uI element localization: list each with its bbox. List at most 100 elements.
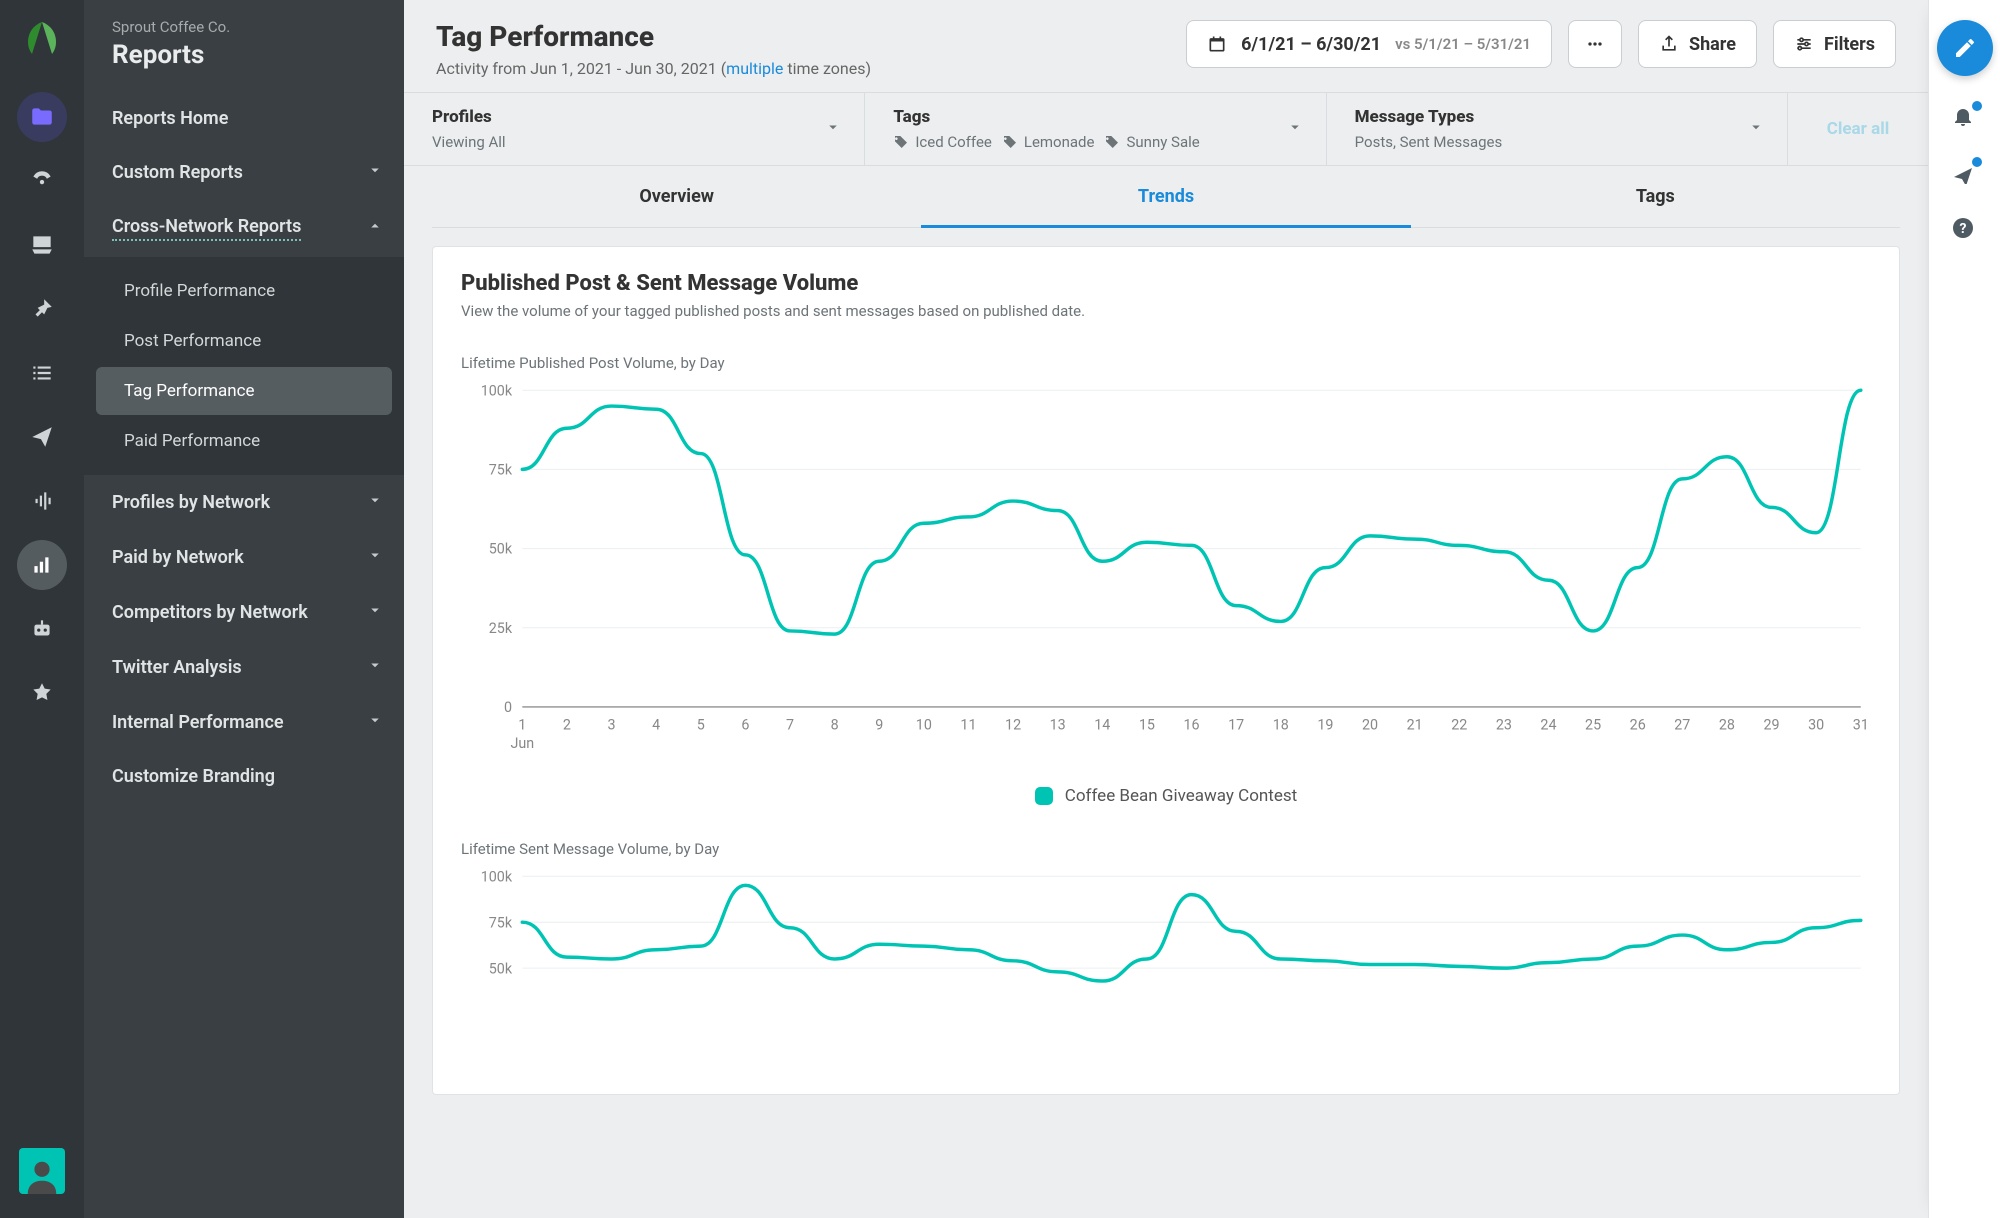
tag-icon [1104,134,1120,150]
svg-text:12: 12 [1005,717,1021,733]
sliders-icon [1794,34,1814,54]
sidebar-item-profile-performance[interactable]: Profile Performance [96,267,392,315]
company-name: Sprout Coffee Co. [84,18,404,36]
sidebar-cross-network[interactable]: Cross-Network Reports [84,200,404,257]
svg-text:29: 29 [1764,717,1780,733]
nav-audio-icon[interactable] [17,476,67,526]
svg-text:25: 25 [1585,717,1601,733]
svg-text:26: 26 [1630,717,1646,733]
svg-text:100k: 100k [481,869,513,885]
more-menu-button[interactable] [1568,20,1622,68]
nav-reports-icon[interactable] [17,540,67,590]
notifications-icon[interactable] [1951,104,1979,132]
chart1-title: Lifetime Published Post Volume, by Day [461,354,1871,372]
filters-button[interactable]: Filters [1773,20,1896,68]
svg-text:1: 1 [518,717,526,733]
app-logo[interactable] [18,16,66,64]
chevron-down-icon [366,601,384,624]
sidebar-profiles-by-network[interactable]: Profiles by Network [84,475,404,530]
nav-list-icon[interactable] [17,348,67,398]
page-title: Tag Performance [436,20,871,53]
clear-all-button[interactable]: Clear all [1788,93,1928,165]
chevron-down-icon [366,161,384,184]
svg-text:3: 3 [608,717,616,733]
compose-button[interactable] [1937,20,1993,76]
svg-text:0: 0 [504,700,512,716]
svg-text:5: 5 [697,717,705,733]
svg-text:75k: 75k [489,463,513,479]
svg-text:24: 24 [1540,717,1556,733]
svg-text:20: 20 [1362,717,1378,733]
chevron-down-icon [366,656,384,679]
svg-text:30: 30 [1808,717,1824,733]
help-icon[interactable]: ? [1951,216,1979,244]
chevron-down-icon [366,546,384,569]
chevron-up-icon [366,217,384,240]
nav-send-icon[interactable] [17,412,67,462]
sidebar-item-paid-performance[interactable]: Paid Performance [96,417,392,465]
svg-text:17: 17 [1228,717,1244,733]
notification-dot [1972,157,1982,167]
chevron-down-icon [824,118,842,140]
svg-text:8: 8 [831,717,839,733]
legend-swatch [1035,787,1053,805]
calendar-icon [1207,34,1227,54]
chart1: 025k50k75k100k12345678910111213141516171… [461,380,1871,758]
filter-profiles[interactable]: Profiles Viewing All [404,93,865,165]
sidebar-twitter-analysis[interactable]: Twitter Analysis [84,640,404,695]
share-icon [1659,34,1679,54]
svg-text:25k: 25k [489,621,513,637]
volume-card: Published Post & Sent Message Volume Vie… [432,246,1900,1095]
svg-text:9: 9 [875,717,883,733]
svg-text:16: 16 [1184,717,1200,733]
nav-folder-icon[interactable] [17,92,67,142]
tag-icon [893,134,909,150]
svg-text:100k: 100k [481,383,513,399]
sidebar-item-post-performance[interactable]: Post Performance [96,317,392,365]
sidebar-paid-by-network[interactable]: Paid by Network [84,530,404,585]
sidebar-internal-performance[interactable]: Internal Performance [84,695,404,750]
tab-trends[interactable]: Trends [921,166,1410,228]
section-title: Reports [84,36,404,92]
svg-text:22: 22 [1451,717,1467,733]
svg-text:6: 6 [741,717,749,733]
svg-text:15: 15 [1139,717,1155,733]
sidebar-customize-branding[interactable]: Customize Branding [84,750,404,803]
chevron-down-icon [1747,118,1765,140]
svg-text:10: 10 [916,717,932,733]
chart2-title: Lifetime Sent Message Volume, by Day [461,840,1871,858]
sidebar-competitors-by-network[interactable]: Competitors by Network [84,585,404,640]
svg-text:?: ? [1959,221,1966,237]
svg-text:50k: 50k [489,961,513,977]
feedback-icon[interactable] [1951,160,1979,188]
tag-icon [1002,134,1018,150]
notification-dot [1972,101,1982,111]
svg-text:14: 14 [1094,717,1110,733]
card-subtitle: View the volume of your tagged published… [461,302,1871,320]
sidebar-custom-reports[interactable]: Custom Reports [84,145,404,200]
user-avatar[interactable] [19,1148,65,1194]
nav-bot-icon[interactable] [17,604,67,654]
date-range-picker[interactable]: 6/1/21 – 6/30/21 vs 5/1/21 – 5/31/21 [1186,20,1552,68]
nav-inbox-icon[interactable] [17,220,67,270]
sidebar-reports-home[interactable]: Reports Home [84,92,404,145]
tab-overview[interactable]: Overview [432,166,921,228]
svg-text:19: 19 [1317,717,1333,733]
chart2: 50k75k100k [461,866,1871,1070]
nav-dashboard-icon[interactable] [17,156,67,206]
timezone-link[interactable]: multiple [726,59,783,78]
tab-tags[interactable]: Tags [1411,166,1900,228]
page-subtitle: Activity from Jun 1, 2021 - Jun 30, 2021… [436,59,871,78]
filter-message-types[interactable]: Message Types Posts, Sent Messages [1327,93,1788,165]
svg-text:28: 28 [1719,717,1735,733]
sidebar-item-tag-performance[interactable]: Tag Performance [96,367,392,415]
filter-tags[interactable]: Tags Iced Coffee Lemonade Sunny Sale [865,93,1326,165]
svg-text:13: 13 [1050,717,1066,733]
nav-star-icon[interactable] [17,668,67,718]
svg-text:Jun: Jun [510,736,534,752]
nav-pin-icon[interactable] [17,284,67,334]
chevron-down-icon [366,711,384,734]
svg-text:27: 27 [1674,717,1690,733]
share-button[interactable]: Share [1638,20,1757,68]
legend-label: Coffee Bean Giveaway Contest [1065,786,1297,806]
